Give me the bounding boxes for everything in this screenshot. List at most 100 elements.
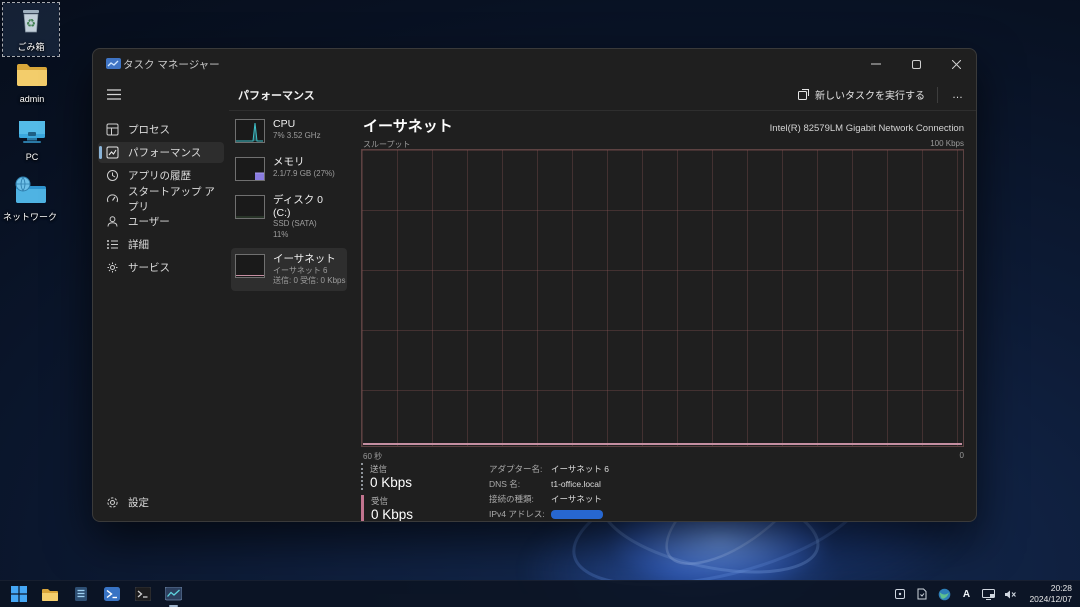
perf-card-memory[interactable]: メモリ 2.1/7.9 GB (27%): [231, 151, 347, 186]
start-button[interactable]: [8, 584, 29, 605]
sidebar-item-processes[interactable]: プロセス: [98, 119, 224, 140]
perf-card-sub: イーサネット 6: [273, 266, 345, 276]
hamburger-menu-icon[interactable]: [107, 89, 121, 100]
send-label: 送信: [370, 463, 413, 475]
perf-card-title: CPU: [273, 118, 321, 131]
sidebar-item-label: スタートアップ アプリ: [128, 184, 224, 214]
ime-mode-label: A: [963, 589, 970, 600]
detail-row-ipv4: IPv4 アドレス:: [489, 508, 665, 520]
taskbar-clock[interactable]: 20:28 2024/12/07: [1029, 583, 1072, 604]
startup-apps-icon: [106, 192, 119, 205]
detail-label: DNS 名:: [489, 478, 551, 490]
perf-card-sub2: 送信: 0 受信: 0 Kbps: [273, 276, 345, 286]
powershell-button[interactable]: [101, 584, 122, 605]
powershell-icon: [104, 587, 120, 601]
tray-display-button[interactable]: [981, 587, 995, 601]
recycle-bin-icon: ♻: [16, 6, 46, 34]
perf-card-disk[interactable]: ディスク 0 (C:) SSD (SATA) 11%: [231, 189, 347, 245]
ipv4-address-redacted: [551, 510, 603, 519]
sidebar-item-settings[interactable]: 設定: [98, 492, 224, 513]
file-explorer-button[interactable]: [39, 584, 60, 605]
run-new-task-icon: [798, 89, 809, 100]
sidebar-item-label: プロセス: [128, 122, 170, 137]
desktop-icon-recycle-bin[interactable]: ♻ ごみ箱: [3, 3, 59, 56]
folder-icon: [14, 60, 50, 88]
services-icon: [106, 261, 119, 274]
terminal-button[interactable]: [132, 584, 153, 605]
topbar-divider: [937, 87, 938, 103]
sidebar-item-performance[interactable]: パフォーマンス: [98, 142, 224, 163]
adapter-name: Intel(R) 82579LM Gigabit Network Connect…: [770, 123, 964, 134]
memory-mini-chart: [235, 157, 265, 181]
svg-text:♻: ♻: [26, 18, 36, 30]
connection-details: アダプター名: イーサネット 6 DNS 名: t1-office.local …: [489, 463, 665, 522]
clock-date: 2024/12/07: [1029, 594, 1072, 605]
ethernet-traffic-line: [363, 443, 962, 445]
ethernet-panel: イーサネット Intel(R) 82579LM Gigabit Network …: [361, 111, 964, 521]
detail-label: 接続の種類:: [489, 493, 551, 505]
run-new-task-label: 新しいタスクを実行する: [815, 87, 925, 102]
detail-label: IPv4 アドレス:: [489, 508, 551, 520]
sidebar-item-label: パフォーマンス: [128, 145, 201, 160]
desktop-icon-admin[interactable]: admin: [4, 60, 60, 104]
run-new-task-button[interactable]: 新しいタスクを実行する: [788, 84, 935, 106]
perf-card-ethernet[interactable]: イーサネット イーサネット 6 送信: 0 受信: 0 Kbps: [231, 248, 347, 291]
show-hidden-icons-button[interactable]: [893, 587, 907, 601]
content-topbar: パフォーマンス 新しいタスクを実行する …: [229, 79, 976, 111]
task-manager-icon: [165, 587, 182, 601]
document-app-button[interactable]: [70, 584, 91, 605]
clock-time: 20:28: [1029, 583, 1072, 594]
perf-card-title: メモリ: [273, 156, 335, 169]
legend-send: 送信 0 Kbps: [361, 463, 413, 490]
desktop-icon-network[interactable]: ネットワーク: [2, 176, 58, 223]
minimize-button[interactable]: [856, 49, 896, 79]
detail-row-adapter: アダプター名: イーサネット 6: [489, 463, 665, 475]
detail-value: イーサネット: [551, 493, 602, 505]
sidebar-item-details[interactable]: 詳細: [98, 234, 224, 255]
task-manager-taskbar-button[interactable]: [163, 584, 184, 605]
detail-value: t1-office.local: [551, 479, 601, 489]
detail-row-dns: DNS 名: t1-office.local: [489, 478, 665, 490]
perf-card-sub: SSD (SATA): [273, 219, 343, 229]
receive-value: 0 Kbps: [371, 507, 413, 522]
more-options-button[interactable]: …: [940, 89, 976, 101]
windows-logo-icon: [11, 586, 27, 602]
sidebar-item-label: サービス: [128, 260, 170, 275]
ime-mode-indicator[interactable]: A: [959, 587, 973, 601]
update-page-icon: [917, 588, 927, 600]
desktop-icon-label: ネットワーク: [2, 210, 58, 223]
panel-title: イーサネット: [363, 115, 453, 136]
sidebar-item-services[interactable]: サービス: [98, 257, 224, 278]
maximize-icon: [912, 60, 921, 69]
app-history-icon: [106, 169, 119, 182]
desktop-icon-pc[interactable]: PC: [4, 118, 60, 162]
tray-network-globe-button[interactable]: [937, 587, 951, 601]
file-explorer-icon: [41, 587, 59, 602]
task-manager-window: タスク マネージャー プロセス パフォー: [92, 48, 977, 522]
hidden-icons-icon: [895, 589, 905, 599]
close-button[interactable]: [936, 49, 976, 79]
send-value: 0 Kbps: [370, 475, 413, 490]
window-titlebar[interactable]: タスク マネージャー: [93, 49, 976, 79]
sidebar-item-label: ユーザー: [128, 214, 170, 229]
perf-card-sub: 2.1/7.9 GB (27%): [273, 169, 335, 179]
close-icon: [952, 60, 961, 69]
monitor-icon: [982, 589, 995, 600]
perf-card-title: イーサネット: [273, 253, 345, 266]
receive-label: 受信: [371, 495, 413, 507]
volume-muted-button[interactable]: [1003, 587, 1017, 601]
perf-card-sub2: 11%: [273, 230, 343, 240]
speaker-muted-icon: [1004, 589, 1017, 600]
perf-card-cpu[interactable]: CPU 7% 3.52 GHz: [231, 113, 347, 148]
network-folder-icon: [12, 176, 48, 204]
maximize-button[interactable]: [896, 49, 936, 79]
details-icon: [106, 238, 119, 251]
sidebar-item-startup-apps[interactable]: スタートアップ アプリ: [98, 188, 224, 209]
settings-label: 設定: [128, 495, 149, 510]
tray-update-button[interactable]: [915, 587, 929, 601]
sidebar-item-users[interactable]: ユーザー: [98, 211, 224, 232]
perf-card-sub: 7% 3.52 GHz: [273, 131, 321, 141]
task-manager-app-icon: [106, 58, 121, 70]
desktop-icon-label: ごみ箱: [3, 40, 59, 53]
users-icon: [106, 215, 119, 228]
